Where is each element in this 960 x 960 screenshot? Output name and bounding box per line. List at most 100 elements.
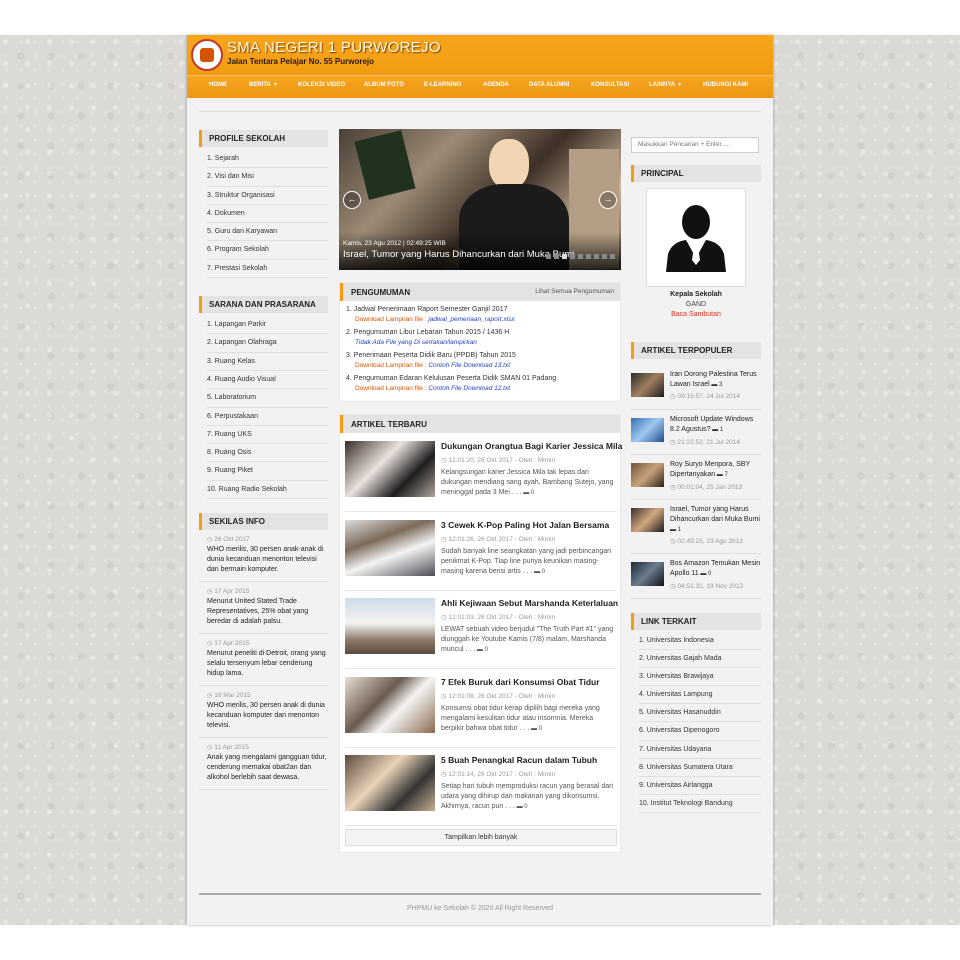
show-more-button[interactable]: Tampilkan lebih banyak	[345, 829, 617, 846]
nav-e-learning[interactable]: E-LEARNING	[424, 82, 461, 88]
attachment-file-link[interactable]: Contoh File Download 12.txt	[428, 385, 510, 392]
article-card[interactable]: 7 Efek Buruk dari Konsumsi Obat Tidur ◷ 1…	[345, 675, 617, 748]
profile-item[interactable]: 1. Sejarah	[207, 150, 328, 169]
sarana-item[interactable]: 3. Ruang Kelas	[207, 353, 328, 371]
read-greeting-link[interactable]: Baca Sambutan	[631, 310, 761, 320]
article-title[interactable]: Dukungan Orangtua Bagi Karier Jessica Mi…	[441, 441, 622, 451]
slide-title[interactable]: Israel, Tumor yang Harus Dihancurkan dar…	[343, 249, 574, 260]
related-link[interactable]: 9. Universitas Airlangga	[639, 777, 761, 796]
article-card[interactable]: 3 Cewek K-Pop Paling Hot Jalan Bersama ◷ …	[345, 518, 617, 591]
attachment-file-link[interactable]: Contoh File Download 13.txt	[428, 362, 510, 369]
sarana-item[interactable]: 9. Ruang Piket	[207, 462, 328, 481]
popular-title[interactable]: Israel, Tumor yang Harus Dihancurkan dar…	[670, 505, 762, 535]
popular-title[interactable]: Microsoft Update Windows 8.2 Agustus? ▬ …	[670, 415, 762, 435]
headline-slider[interactable]: ← → Kamis, 23 Agu 2012 | 02:49:25 WIB Is…	[339, 129, 621, 270]
announcement-title[interactable]: 4. Pengumuman Edaran Kelulusan Peserta D…	[346, 374, 616, 384]
popular-thumbnail[interactable]	[631, 507, 664, 532]
slide-dot[interactable]	[610, 254, 615, 259]
related-link[interactable]: 4. Universitas Lampung	[639, 686, 761, 705]
site-title[interactable]: SMA NEGERI 1 PURWOREJO	[227, 39, 441, 56]
popular-title-text[interactable]: Israel, Tumor yang Harus Dihancurkan dar…	[670, 506, 760, 523]
sarana-item[interactable]: 6. Perpustakaan	[207, 408, 328, 426]
sarana-item[interactable]: 2. Lapangan Olahraga	[207, 334, 328, 353]
slide-dot[interactable]	[594, 254, 599, 259]
school-logo-icon[interactable]	[191, 39, 223, 71]
popular-title[interactable]: Roy Suryo Menpora, SBY Dipertanyakan ▬ 7	[670, 460, 762, 480]
popular-title-text[interactable]: Bos Amazon Temukan Mesin Apollo 11	[670, 560, 760, 577]
announcement-title[interactable]: 3. Penerimaan Peserta Didik Baru (PPDB) …	[346, 351, 616, 361]
sarana-item[interactable]: 8. Ruang Osis	[207, 444, 328, 463]
announcement-title[interactable]: 2. Pengumuman Libur Lebaran Tahun 2015 /…	[346, 328, 616, 338]
slide-dot[interactable]	[546, 254, 551, 259]
popular-article[interactable]: Microsoft Update Windows 8.2 Agustus? ▬ …	[631, 410, 761, 455]
related-link[interactable]: 5. Universitas Hasanuddin	[639, 704, 761, 723]
profile-item[interactable]: 2. Visi dan Misi	[207, 168, 328, 187]
slide-dot[interactable]	[586, 254, 591, 259]
sarana-item[interactable]: 1. Lapangan Parkir	[207, 316, 328, 335]
related-link[interactable]: 7. Universitas Udayana	[639, 741, 761, 759]
nav-berita[interactable]: BERITA ▼	[249, 82, 278, 88]
sarana-item[interactable]: 10. Ruang Radio Sekolah	[207, 481, 328, 500]
nav-konsultasi[interactable]: KONSULTASI	[591, 82, 629, 88]
slide-dot[interactable]	[570, 254, 575, 259]
article-thumbnail[interactable]	[345, 441, 435, 497]
search-input[interactable]	[631, 136, 759, 153]
nav-home[interactable]: HOME	[209, 82, 227, 88]
sekilas-item[interactable]: ◷ 16 Mar 2015 WHO merilis, 30 persen anak …	[199, 686, 328, 739]
profile-item[interactable]: 5. Guru dan Karyawan	[207, 223, 328, 242]
slide-dot[interactable]	[578, 254, 583, 259]
popular-article[interactable]: Roy Suryo Menpora, SBY Dipertanyakan ▬ 7…	[631, 455, 761, 500]
sarana-item[interactable]: 4. Ruang Audio Visual	[207, 371, 328, 390]
nav-lainnya[interactable]: LAINNYA ▼	[649, 82, 682, 88]
slide-dot[interactable]	[562, 254, 567, 259]
popular-title[interactable]: Iran Dorong Palestina Terus Lawan Israel…	[670, 370, 762, 390]
slider-next-arrow-icon[interactable]: →	[599, 191, 617, 209]
nav-hubungi-kami[interactable]: HUBUNGI KAMI	[703, 82, 748, 88]
see-all-announcements-link[interactable]: Lihat Semua Pengumuman	[535, 288, 614, 295]
article-title[interactable]: 3 Cewek K-Pop Paling Hot Jalan Bersama	[441, 520, 609, 530]
sekilas-item[interactable]: ◷ 26 Okt 2017 WHO merilis, 30 persen anak-…	[199, 530, 328, 583]
related-link[interactable]: 3. Universitas Brawijaya	[639, 668, 761, 687]
profile-item[interactable]: 7. Prestasi Sekolah	[207, 260, 328, 279]
popular-title[interactable]: Bos Amazon Temukan Mesin Apollo 11 ▬ 0	[670, 559, 762, 579]
nav-agenda[interactable]: AGENDA	[483, 82, 509, 88]
article-thumbnail[interactable]	[345, 755, 435, 812]
article-title[interactable]: Ahli Kejiwaan Sebut Marshanda Keterlalua…	[441, 598, 618, 608]
article-thumbnail[interactable]	[345, 598, 435, 655]
announcement-title[interactable]: 1. Jadwal Penerimaan Raport Semester Gan…	[346, 305, 616, 315]
profile-item[interactable]: 3. Struktur Organisasi	[207, 187, 328, 205]
slide-dot[interactable]	[554, 254, 559, 259]
popular-thumbnail[interactable]	[631, 561, 664, 586]
popular-thumbnail[interactable]	[631, 417, 664, 442]
popular-thumbnail[interactable]	[631, 372, 664, 397]
popular-article[interactable]: Bos Amazon Temukan Mesin Apollo 11 ▬ 0 ◷ …	[631, 554, 761, 599]
article-card[interactable]: Dukungan Orangtua Bagi Karier Jessica Mi…	[345, 439, 622, 512]
related-link[interactable]: 1. Universitas Indonesia	[639, 632, 761, 650]
article-thumbnail[interactable]	[345, 676, 435, 733]
nav-data-alumni[interactable]: DATA ALUMNI	[529, 82, 569, 88]
sarana-item[interactable]: 7. Ruang UKS	[207, 426, 328, 445]
sekilas-item[interactable]: ◷ 11 Apr 2015 Anak yang mengalami gangguan…	[199, 738, 328, 791]
nav-koleksi-video[interactable]: KOLEKSI VIDEO	[298, 82, 345, 88]
related-link[interactable]: 8. Universitas Sumatera Utara	[639, 759, 761, 777]
article-title[interactable]: 5 Buah Penangkal Racun dalam Tubuh	[441, 755, 597, 765]
slide-dot[interactable]	[602, 254, 607, 259]
article-card[interactable]: 5 Buah Penangkal Racun dalam Tubuh ◷ 12:0…	[345, 753, 617, 827]
article-thumbnail[interactable]	[345, 519, 435, 576]
popular-article[interactable]: Iran Dorong Palestina Terus Lawan Israel…	[631, 365, 761, 410]
nav-album-foto[interactable]: ALBUM FOTO	[364, 82, 404, 88]
article-title[interactable]: 7 Efek Buruk dari Konsumsi Obat Tidur	[441, 677, 600, 687]
related-link[interactable]: 6. Universitas Dipenogoro	[639, 722, 761, 741]
article-card[interactable]: Ahli Kejiwaan Sebut Marshanda Keterlalua…	[345, 596, 618, 670]
related-link[interactable]: 2. Universitas Gajah Mada	[639, 650, 761, 668]
sekilas-item[interactable]: ◷ 17 Apr 2015 Menurut United Stated Trade …	[199, 582, 328, 635]
popular-article[interactable]: Israel, Tumor yang Harus Dihancurkan dar…	[631, 500, 761, 554]
slider-prev-arrow-icon[interactable]: ←	[343, 191, 361, 209]
profile-item[interactable]: 6. Program Sekolah	[207, 241, 328, 260]
profile-item[interactable]: 4. Dokumen	[207, 205, 328, 224]
sarana-item[interactable]: 5. Laboratorium	[207, 389, 328, 408]
attachment-file-link[interactable]: jadwal_pemeriaan_raport.xlsx	[428, 316, 514, 323]
popular-title-text[interactable]: Roy Suryo Menpora, SBY Dipertanyakan	[670, 461, 750, 478]
sekilas-item[interactable]: ◷ 17 Apr 2015 Menurut peneliti di Detroit,…	[199, 634, 328, 687]
popular-thumbnail[interactable]	[631, 462, 664, 487]
